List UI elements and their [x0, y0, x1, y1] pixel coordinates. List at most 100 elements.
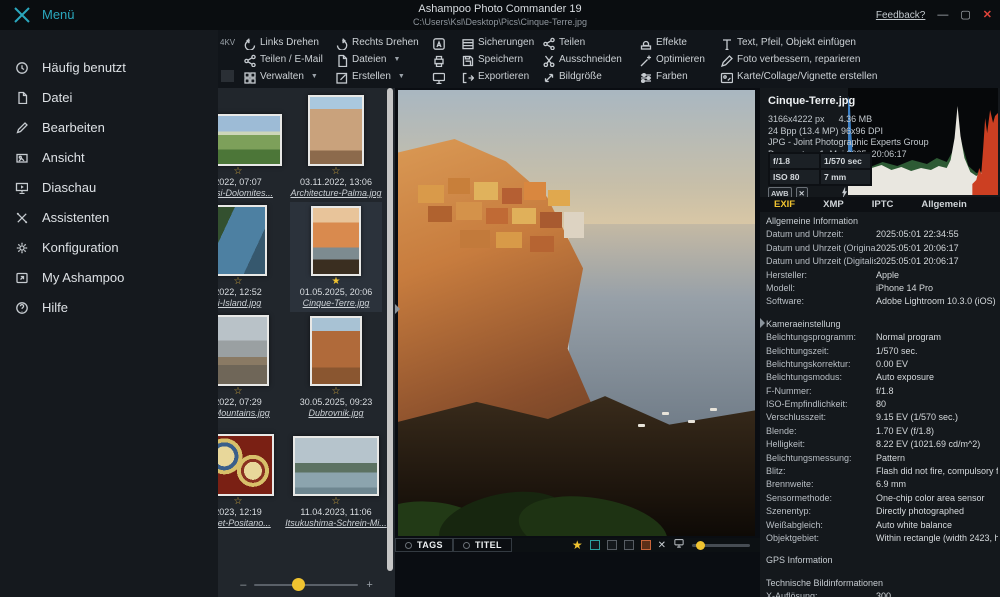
iso-chip: ISO 80	[769, 169, 820, 185]
monitor-icon[interactable]	[673, 536, 685, 554]
star-icon[interactable]: ☆	[234, 276, 243, 287]
stack-icon	[460, 36, 474, 50]
backups-button[interactable]: Sicherungen	[457, 34, 533, 51]
titlebar: Menü Ashampoo Photo Commander 19 C:\User…	[0, 0, 1000, 30]
save-button[interactable]: Speichern	[457, 51, 533, 68]
cut-button[interactable]: Ausschneiden	[538, 51, 630, 68]
sidebar-item-assistenten[interactable]: Assistenten	[0, 202, 218, 232]
repair-photo-button[interactable]: Foto verbessern, reparieren	[716, 51, 880, 68]
sidebar-item-diaschau[interactable]: Diaschau	[0, 172, 218, 202]
thumbnail-mountains[interactable]: ☆ 2022, 07:29 s-Mountains.jpg	[218, 312, 284, 422]
tab-xmp[interactable]: XMP	[809, 199, 858, 210]
collapse-filmstrip-handle[interactable]	[395, 304, 400, 314]
share-button[interactable]: Teilen	[538, 34, 630, 51]
star-icon[interactable]: ☆	[234, 496, 243, 507]
share-icon	[242, 53, 256, 67]
star-icon[interactable]: ☆	[332, 386, 341, 397]
titlebar-center: Ashampoo Photo Commander 19 C:\Users\Ksl…	[0, 3, 1000, 27]
star-icon[interactable]: ☆	[332, 496, 341, 507]
create-button[interactable]: Erstellen▼	[331, 68, 423, 85]
star-icon[interactable]: ☆	[234, 166, 243, 177]
file-icon	[334, 53, 348, 67]
card-icon	[719, 70, 733, 84]
main-photo-cinque-terre[interactable]	[398, 90, 755, 536]
exif-row: Hersteller:Apple	[766, 270, 998, 283]
toolbar-col-c: Sicherungen Speichern Exportieren	[457, 34, 533, 85]
star-icon[interactable]: ☆	[234, 386, 243, 397]
rating-star-icon[interactable]: ★	[572, 539, 583, 551]
rotate-right-button[interactable]: Rechts Drehen	[331, 34, 423, 51]
thumbnail-siusi-dolomites[interactable]: ☆ 2022, 07:07 Siusi-Dolomites...	[218, 92, 284, 202]
tab-allgemein[interactable]: Allgemein	[907, 199, 980, 210]
thumbnail-scrollbar[interactable]	[387, 88, 393, 571]
view-toggle-icon[interactable]	[607, 540, 617, 550]
photo-boat	[638, 424, 645, 427]
minimize-button[interactable]: —	[937, 0, 948, 30]
info-filename: Cinque-Terre.jpg	[768, 95, 855, 107]
pen-icon	[719, 53, 733, 67]
screen-button[interactable]	[428, 68, 452, 85]
zoom-slider-track[interactable]	[254, 584, 358, 586]
checker-toggle-icon[interactable]	[590, 540, 600, 550]
viewer-zoom-slider[interactable]	[692, 544, 750, 547]
view-toggle-icon[interactable]	[624, 540, 634, 550]
effects-button[interactable]: Effekte	[635, 34, 711, 51]
share-email-button[interactable]: Teilen / E-Mail	[239, 51, 326, 68]
toolbar-col-b: Rechts Drehen Dateien▼ Erstellen▼	[331, 34, 423, 85]
collapse-info-handle[interactable]	[760, 318, 765, 328]
rotate-left-icon	[242, 36, 256, 50]
sidebar-item-ansicht[interactable]: Ansicht	[0, 142, 218, 172]
maximize-button[interactable]: ▢	[960, 0, 970, 30]
fit-to-screen-icon[interactable]: ✕	[658, 540, 666, 551]
colors-button[interactable]: Farben	[635, 68, 711, 85]
thumbnail-architecture-palma[interactable]: ☆ 03.11.2022, 13:06 Architecture-Palma.j…	[290, 92, 382, 202]
star-icon[interactable]: ☆	[332, 166, 341, 177]
thumbnail-market-positano[interactable]: ☆ 2023, 12:19 arket-Positano...	[218, 422, 284, 532]
tab-exif[interactable]: EXIF	[760, 199, 809, 210]
help-icon	[14, 300, 28, 314]
rotate-left-button[interactable]: Links Drehen	[239, 34, 326, 51]
thumbnail-dubrovnik[interactable]: ☆ 30.05.2025, 09:23 Dubrovnik.jpg	[290, 312, 382, 422]
viewer-zoom-knob[interactable]	[696, 541, 705, 550]
zoom-in-button[interactable]: +	[366, 579, 372, 591]
close-button[interactable]: ✕	[983, 0, 992, 30]
sidebar-item-datei[interactable]: Datei	[0, 82, 218, 112]
tab-iptc[interactable]: IPTC	[858, 199, 908, 210]
create-card-collage-button[interactable]: Karte/Collage/Vignette erstellen	[716, 68, 880, 85]
sidebar-item-konfiguration[interactable]: Konfiguration	[0, 232, 218, 262]
sidebar-item-my-ashampoo[interactable]: My Ashampoo	[0, 262, 218, 292]
color-toggle-icon[interactable]	[641, 540, 651, 550]
optimize-button[interactable]: Optimieren	[635, 51, 711, 68]
titel-button[interactable]: TITEL	[453, 538, 512, 552]
export-button[interactable]: Exportieren	[457, 68, 533, 85]
sidebar-item-bearbeiten[interactable]: Bearbeiten	[0, 112, 218, 142]
exif-row: Blende:1.70 EV (f/1.8)	[766, 426, 998, 439]
thumbnail-itsukushima[interactable]: ☆ 11.04.2023, 11:06 Itsukushima-Schrein-…	[290, 422, 382, 532]
chevron-down-icon: ▼	[398, 73, 405, 80]
zoom-slider-knob[interactable]	[292, 578, 305, 591]
exif-section: GPS Information	[766, 555, 998, 568]
thumbnail-island[interactable]: ☆ 2022, 12:52 ri-Island.jpg	[218, 202, 284, 312]
files-button[interactable]: Dateien▼	[331, 51, 423, 68]
text-icon	[719, 36, 733, 50]
sidebar-item-haeufig-benutzt[interactable]: Häufig benutzt	[0, 52, 218, 82]
exif-row: Blitz:Flash did not fire, compulsory fla…	[766, 466, 998, 479]
insert-text-object-button[interactable]: Text, Pfeil, Objekt einfügen	[716, 34, 880, 51]
zoom-out-button[interactable]: –	[240, 579, 246, 591]
thumbnail-zoom-slider: – +	[218, 573, 395, 597]
exif-row: Belichtungsmodus:Auto exposure	[766, 372, 998, 385]
camera-settings-chips: f/1.8 1/570 sec ISO 80 7 mm	[768, 152, 872, 186]
rotate-right-icon	[334, 36, 348, 50]
star-icon-filled[interactable]: ★	[332, 276, 341, 287]
print-button[interactable]	[428, 51, 452, 68]
photo-boat	[662, 412, 669, 415]
manage-button[interactable]: Verwalten▼	[239, 68, 326, 85]
frame-tool-button[interactable]	[428, 34, 452, 51]
sidebar-item-hilfe[interactable]: Hilfe	[0, 292, 218, 322]
info-tabs: EXIF XMP IPTC Allgemein	[760, 197, 1000, 212]
exif-section: Allgemeine Information	[766, 216, 998, 229]
feedback-link[interactable]: Feedback?	[876, 10, 925, 21]
resize-button[interactable]: Bildgröße	[538, 68, 630, 85]
thumbnail-cinque-terre-selected[interactable]: ★ 01.05.2025, 20:06 Cinque-Terre.jpg	[290, 202, 382, 312]
tags-button[interactable]: TAGS	[395, 538, 453, 552]
